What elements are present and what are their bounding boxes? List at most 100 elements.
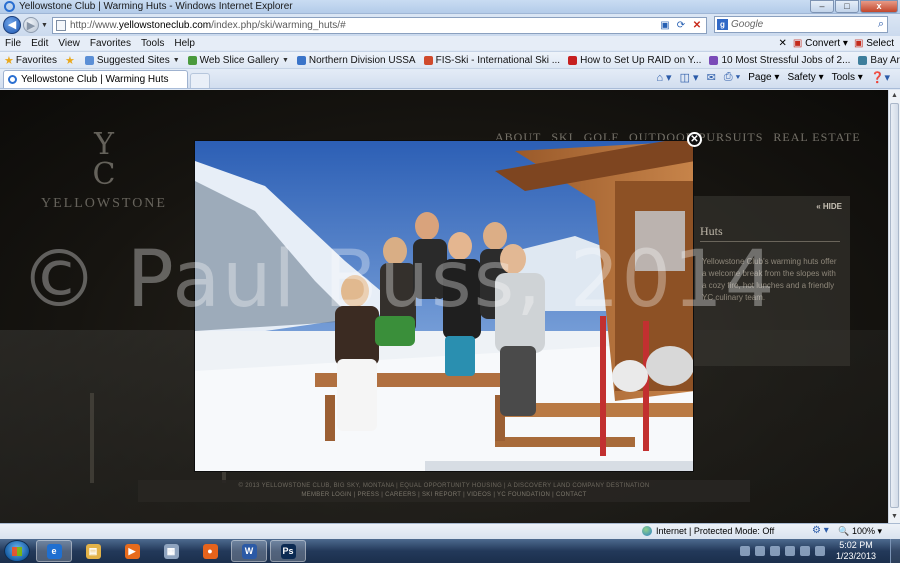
menu-file[interactable]: File xyxy=(0,38,26,49)
tools-menu[interactable]: Tools ▾ xyxy=(832,72,863,83)
taskbar-app-photoshop[interactable]: Ps xyxy=(270,540,306,562)
word-icon: W xyxy=(241,543,257,559)
site-logo[interactable]: YC YELLOWSTONE xyxy=(24,130,184,212)
close-toolbar-icon[interactable]: ✕ xyxy=(779,38,787,49)
search-box[interactable]: g Google ⌕ xyxy=(714,16,888,33)
background-tree xyxy=(90,393,94,483)
add-favorite-icon[interactable]: ★ xyxy=(65,54,77,67)
calc-icon: ▦ xyxy=(163,543,179,559)
network-icon[interactable] xyxy=(784,546,795,556)
dropdown-arrow-icon[interactable]: ▼ xyxy=(282,57,289,64)
start-button[interactable] xyxy=(4,540,30,562)
favorite-link[interactable]: Northern Division USSA xyxy=(296,55,416,66)
history-dropdown-icon[interactable]: ▼ xyxy=(41,22,48,29)
favorite-link[interactable]: Bay Area Event Photograp... xyxy=(858,55,900,66)
windows-taskbar: e ▤ ▶ ▦ ● W Ps 5:02 PM 1/23/2013 xyxy=(0,539,900,563)
window-title: Yellowstone Club | Warming Huts - Window… xyxy=(19,1,293,12)
menu-tools[interactable]: Tools xyxy=(136,38,169,49)
dropdown-arrow-icon[interactable]: ▼ xyxy=(173,57,180,64)
tab-label: Yellowstone Club | Warming Huts xyxy=(21,74,169,85)
new-tab-button[interactable] xyxy=(190,73,210,88)
tab-ie-icon xyxy=(8,75,17,84)
taskbar-app-calc[interactable]: ▦ xyxy=(153,540,189,562)
select-button[interactable]: ▣ Select xyxy=(854,38,894,49)
taskbar-app-word[interactable]: W xyxy=(231,540,267,562)
refresh-icon[interactable]: ⟳ xyxy=(674,19,688,32)
menu-help[interactable]: Help xyxy=(169,38,200,49)
favorite-site-icon xyxy=(296,55,306,65)
panel-hide-link[interactable]: « HIDE xyxy=(816,202,842,211)
menu-view[interactable]: View xyxy=(53,38,85,49)
window-controls: – □ x xyxy=(810,0,898,13)
forward-button[interactable]: ▶ xyxy=(23,17,39,33)
status-bar: Internet | Protected Mode: Off ⚙ ▾ 🔍 100… xyxy=(0,523,900,539)
back-button[interactable]: ◀ xyxy=(3,16,21,34)
system-tray: 5:02 PM 1/23/2013 xyxy=(739,539,900,563)
firefox-icon: ● xyxy=(202,543,218,559)
scroll-up-button[interactable]: ▲ xyxy=(889,90,900,102)
tab-yellowstone[interactable]: Yellowstone Club | Warming Huts xyxy=(3,70,188,88)
zoom-control[interactable]: 🔍 100% ▾ xyxy=(838,526,882,537)
address-tools: ▣ ⟳ ✕ xyxy=(658,19,704,32)
home-icon[interactable]: ⌂ ▾ xyxy=(656,71,671,84)
taskbar-app-media[interactable]: ▶ xyxy=(114,540,150,562)
close-window-button[interactable]: x xyxy=(860,0,898,13)
compatibility-view-icon[interactable]: ▣ xyxy=(658,19,672,32)
nav-real-estate[interactable]: REAL ESTATE xyxy=(773,130,860,145)
logo-mark: YC xyxy=(92,127,116,192)
favorite-site-icon xyxy=(568,55,578,65)
scroll-down-button[interactable]: ▼ xyxy=(889,511,900,523)
tray-icon[interactable] xyxy=(739,546,750,556)
window-titlebar: Yellowstone Club | Warming Huts - Window… xyxy=(0,0,900,14)
photoshop-icon: Ps xyxy=(280,543,296,559)
address-url[interactable]: http://www.yellowstoneclub.com/index.php… xyxy=(70,20,346,31)
taskbar-app-ie[interactable]: e xyxy=(36,540,72,562)
favorite-site-icon xyxy=(709,55,719,65)
footer-links[interactable]: MEMBER LOGIN | PRESS | CAREERS | SKI REP… xyxy=(138,492,750,498)
taskbar-clock[interactable]: 5:02 PM 1/23/2013 xyxy=(836,540,876,562)
command-bar: ⌂ ▾ ◫ ▾ ✉ ⎙ ▾ Page ▾ Safety ▾ Tools ▾ ❓▾ xyxy=(656,71,890,84)
volume-icon[interactable] xyxy=(799,546,810,556)
favorite-site-icon xyxy=(858,55,868,65)
mail-icon[interactable]: ✉ xyxy=(707,71,716,84)
maximize-button[interactable]: □ xyxy=(835,0,859,13)
address-row: ◀ ▶ ▼ http://www.yellowstoneclub.com/ind… xyxy=(0,14,900,36)
menu-favorites[interactable]: Favorites xyxy=(85,38,136,49)
stop-icon[interactable]: ✕ xyxy=(690,19,704,32)
lightbox-close-button[interactable]: ✕ xyxy=(687,132,702,147)
print-icon[interactable]: ⎙ ▾ xyxy=(724,71,740,84)
tray-icon[interactable] xyxy=(754,546,765,556)
favorite-link[interactable]: Suggested Sites ▼ xyxy=(84,55,180,66)
favorite-link[interactable]: How to Set Up RAID on Y... xyxy=(568,55,701,66)
photo-watermark: © Paul Buss, 2014 xyxy=(20,235,777,325)
safety-menu[interactable]: Safety ▾ xyxy=(787,72,823,83)
search-icon[interactable]: ⌕ xyxy=(878,18,884,31)
favorites-star-icon: ★ xyxy=(4,54,14,67)
page-menu[interactable]: Page ▾ xyxy=(748,72,779,83)
taskbar-app-explorer[interactable]: ▤ xyxy=(75,540,111,562)
menu-edit[interactable]: Edit xyxy=(26,38,53,49)
favorite-link[interactable]: 10 Most Stressful Jobs of 2... xyxy=(709,55,850,66)
explorer-icon: ▤ xyxy=(85,543,101,559)
zone-text: Internet | Protected Mode: Off xyxy=(656,526,775,536)
security-zone[interactable]: Internet | Protected Mode: Off xyxy=(642,526,774,536)
clock-date: 1/23/2013 xyxy=(835,551,876,561)
help-icon[interactable]: ❓▾ xyxy=(871,71,890,84)
favorite-link[interactable]: Web Slice Gallery ▼ xyxy=(187,55,289,66)
tray-icon[interactable] xyxy=(814,546,825,556)
search-input[interactable]: Google xyxy=(731,19,763,30)
address-bar[interactable]: http://www.yellowstoneclub.com/index.php… xyxy=(51,16,707,34)
convert-button[interactable]: ▣ Convert ▾ xyxy=(793,38,848,49)
scroll-thumb[interactable] xyxy=(890,103,899,508)
minimize-button[interactable]: – xyxy=(810,0,834,13)
protected-mode-icon[interactable]: ⚙ ▾ xyxy=(812,525,829,536)
favorites-button[interactable]: ★ Favorites xyxy=(4,54,57,67)
vertical-scrollbar[interactable]: ▲ ▼ xyxy=(888,90,900,523)
show-desktop-button[interactable] xyxy=(890,539,900,563)
tray-icon[interactable] xyxy=(769,546,780,556)
favorite-link[interactable]: FIS-Ski - International Ski ... xyxy=(423,55,560,66)
feeds-icon[interactable]: ◫ ▾ xyxy=(680,71,699,84)
logo-name: YELLOWSTONE xyxy=(41,196,167,211)
taskbar-app-firefox[interactable]: ● xyxy=(192,540,228,562)
select-icon: ▣ xyxy=(853,37,864,49)
